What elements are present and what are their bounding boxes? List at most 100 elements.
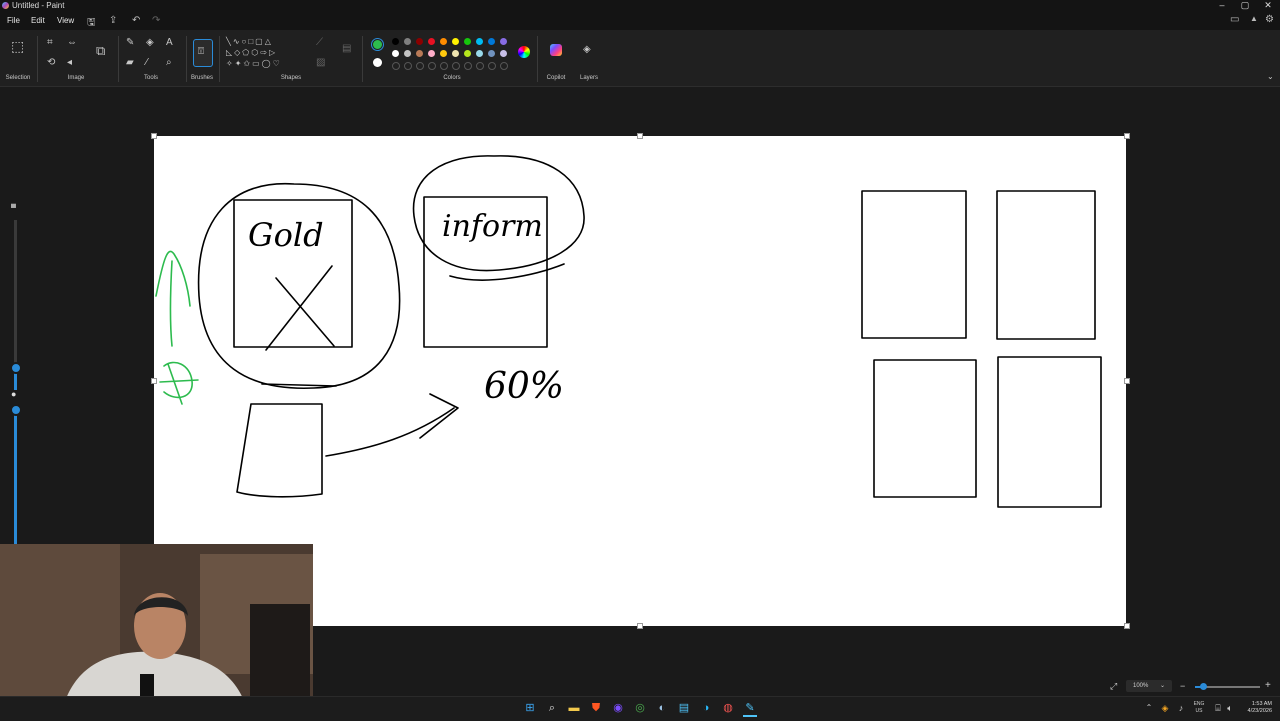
colors-group-label: Colors: [443, 75, 461, 81]
custom-color-slot[interactable]: [452, 62, 460, 70]
collapse-ribbon-icon[interactable]: ⌄: [1267, 72, 1274, 82]
eraser-icon[interactable]: ▰: [126, 58, 134, 68]
custom-color-slot[interactable]: [488, 62, 496, 70]
resize-icon[interactable]: ⇔: [67, 38, 77, 48]
resize-handle[interactable]: [151, 378, 157, 384]
language-indicator[interactable]: ENG US: [1190, 701, 1208, 715]
steam-icon[interactable]: ◐: [655, 701, 669, 715]
custom-color-slot[interactable]: [464, 62, 472, 70]
palette-swatch[interactable]: [440, 38, 447, 45]
palette-swatch[interactable]: [500, 50, 507, 57]
custom-color-slot[interactable]: [476, 62, 484, 70]
secondary-color[interactable]: [373, 58, 382, 67]
custom-color-slot[interactable]: [440, 62, 448, 70]
notepad-icon[interactable]: ▤: [677, 701, 691, 715]
tray-app-icon[interactable]: ◈: [1158, 701, 1172, 715]
discord-icon[interactable]: ◉: [611, 701, 625, 715]
palette-swatch[interactable]: [464, 50, 471, 57]
opacity-slider-track[interactable]: [14, 410, 17, 545]
zoom-out-button[interactable]: −: [1180, 681, 1185, 691]
obs-icon[interactable]: ◍: [721, 701, 735, 715]
redo-icon[interactable]: ↷: [152, 15, 160, 26]
image-select-icon[interactable]: ⧉: [96, 44, 105, 57]
zoom-in-button[interactable]: +: [1265, 680, 1271, 691]
shapes-gallery[interactable]: ╲∿○□▢△ ◺◇⬠⬡⇨▷ ✧✦✩▭◯♡: [226, 36, 306, 72]
fill-icon[interactable]: ◈: [146, 38, 154, 48]
palette-swatch[interactable]: [392, 50, 399, 57]
palette-swatch[interactable]: [416, 38, 423, 45]
custom-color-slot[interactable]: [404, 62, 412, 70]
palette-swatch[interactable]: [416, 50, 423, 57]
palette-swatch[interactable]: [464, 38, 471, 45]
size-slider-track[interactable]: [14, 220, 17, 370]
app-icon[interactable]: ◑: [699, 701, 713, 715]
palette-swatch[interactable]: [500, 38, 507, 45]
custom-color-slot[interactable]: [416, 62, 424, 70]
clock[interactable]: 1:53 AM 4/23/2026: [1238, 701, 1272, 715]
palette-swatch[interactable]: [476, 50, 483, 57]
palette-swatch[interactable]: [488, 50, 495, 57]
opacity-slider-knob[interactable]: [10, 404, 22, 416]
resize-handle[interactable]: [637, 133, 643, 139]
volume-icon[interactable]: 🔈︎: [1223, 701, 1237, 715]
palette-swatch[interactable]: [476, 38, 483, 45]
menu-file[interactable]: File: [7, 16, 20, 25]
minimize-button[interactable]: –: [1212, 0, 1232, 11]
resize-handle[interactable]: [1124, 133, 1130, 139]
size-slider-knob[interactable]: [10, 362, 22, 374]
resize-handle[interactable]: [151, 133, 157, 139]
resize-handle[interactable]: [1124, 623, 1130, 629]
palette-swatch[interactable]: [428, 50, 435, 57]
color-picker-icon[interactable]: ⁄: [146, 58, 148, 68]
zoom-dropdown[interactable]: 100% ⌄: [1126, 680, 1172, 692]
share-icon[interactable]: ⇪: [109, 15, 117, 26]
custom-color-slot[interactable]: [500, 62, 508, 70]
resize-handle[interactable]: [637, 623, 643, 629]
magnifier-icon[interactable]: ⌕: [166, 58, 172, 68]
outline-icon[interactable]: ⟋: [316, 38, 323, 48]
shape-style-icon[interactable]: ▤: [342, 44, 351, 54]
copilot-icon[interactable]: [550, 44, 562, 56]
shape-fill-icon[interactable]: ▨: [316, 58, 325, 68]
chrome-icon[interactable]: ◎: [633, 701, 647, 715]
menu-edit[interactable]: Edit: [31, 16, 45, 25]
zoom-slider-knob[interactable]: [1200, 683, 1207, 690]
text-icon[interactable]: A: [166, 38, 173, 48]
flip-icon[interactable]: ◂: [67, 58, 72, 68]
palette-swatch[interactable]: [404, 38, 411, 45]
brush-button[interactable]: ⍔: [193, 39, 213, 67]
palette-swatch[interactable]: [392, 38, 399, 45]
divider: [118, 36, 119, 82]
palette-swatch[interactable]: [488, 38, 495, 45]
resize-handle[interactable]: [1124, 378, 1130, 384]
pencil-icon[interactable]: ✎: [126, 38, 134, 48]
palette-swatch[interactable]: [452, 50, 459, 57]
brave-browser-icon[interactable]: ⛊: [589, 701, 603, 715]
primary-color[interactable]: [371, 38, 384, 51]
microphone-icon[interactable]: ♪: [1174, 701, 1188, 715]
start-icon[interactable]: ⊞: [523, 701, 537, 715]
feedback-icon[interactable]: ▭: [1230, 14, 1239, 25]
fit-to-window-icon[interactable]: ⤢: [1110, 681, 1117, 692]
rotate-icon[interactable]: ⟲: [47, 58, 55, 68]
layers-icon[interactable]: ◈: [583, 45, 591, 55]
account-icon[interactable]: ▲: [1250, 14, 1258, 23]
menu-view[interactable]: View: [57, 16, 74, 25]
custom-color-slot[interactable]: [392, 62, 400, 70]
crop-icon[interactable]: ⌗: [47, 38, 53, 48]
custom-color-slot[interactable]: [428, 62, 436, 70]
undo-icon[interactable]: ↶: [132, 15, 140, 26]
palette-swatch[interactable]: [452, 38, 459, 45]
search-icon[interactable]: ⌕: [545, 701, 559, 715]
edit-colors-icon[interactable]: [518, 46, 530, 58]
palette-swatch[interactable]: [404, 50, 411, 57]
palette-swatch[interactable]: [428, 38, 435, 45]
palette-swatch[interactable]: [440, 50, 447, 57]
settings-icon[interactable]: ⚙: [1265, 14, 1274, 25]
file-explorer-icon[interactable]: ▬: [567, 701, 581, 715]
tray-overflow-icon[interactable]: ⌃: [1142, 701, 1156, 715]
close-button[interactable]: ✕: [1258, 0, 1278, 11]
selection-icon[interactable]: ⬚: [11, 39, 24, 53]
paint-taskbar-icon[interactable]: ✎: [743, 701, 757, 717]
maximize-button[interactable]: ▢: [1235, 0, 1255, 11]
